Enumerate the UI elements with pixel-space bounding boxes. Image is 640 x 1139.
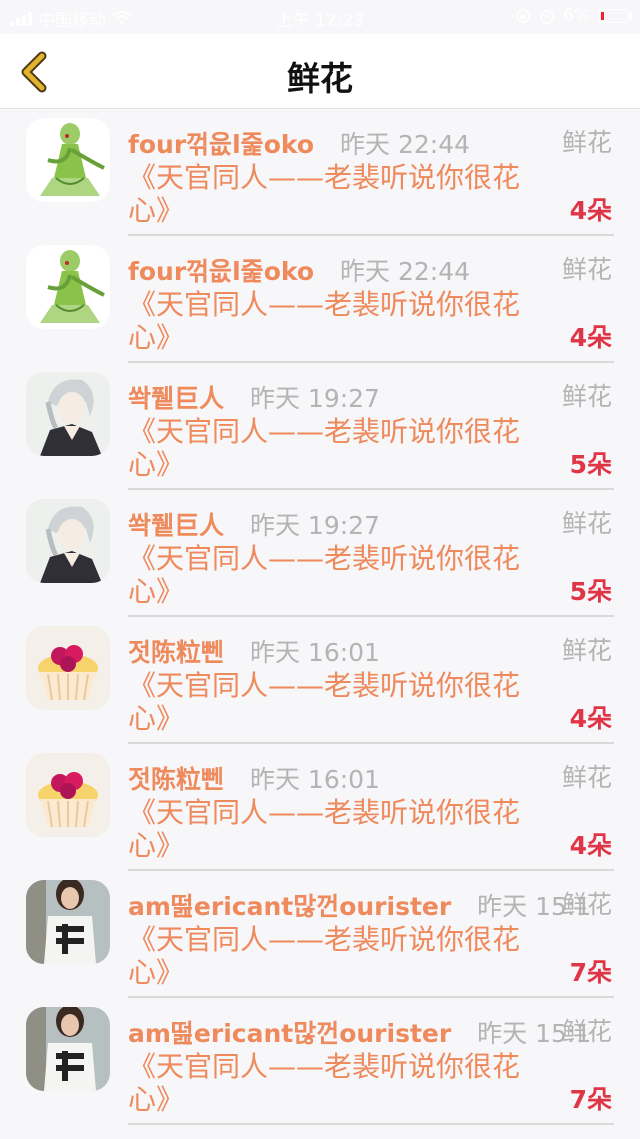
gift-list: four꺾읎l줉oko 昨天 22:44 鲜花 《天官同人——老裴听说你很花心》… (0, 109, 640, 1125)
flower-count: 5朵 (569, 450, 612, 479)
work-title-link[interactable]: 《天官同人——老裴听说你很花心》 (128, 1050, 548, 1116)
alarm-icon (540, 10, 554, 24)
divider (128, 1123, 614, 1125)
username[interactable]: four꺾읎l줉oko (128, 130, 314, 159)
timestamp: 昨天 22:44 (340, 257, 471, 286)
list-item[interactable]: am떮ericant많껀ourister 昨天 15:1 鲜花 《天官同人——老… (0, 998, 640, 1125)
gift-type-label: 鲜花 (561, 255, 612, 284)
flower-count: 5朵 (569, 577, 612, 606)
list-item[interactable]: am떮ericant많껀ourister 昨天 15:1 鲜花 《天官同人——老… (0, 871, 640, 998)
name-line: 젓陈粒뻰 昨天 16:01 (128, 633, 380, 669)
status-right: 6% (515, 6, 632, 26)
work-title-link[interactable]: 《天官同人——老裴听说你很花心》 (128, 161, 548, 227)
list-item[interactable]: 젓陈粒뻰 昨天 16:01 鲜花 《天官同人——老裴听说你很花心》 4朵 (0, 744, 640, 871)
silver-hair-avatar (26, 499, 110, 583)
name-line: am떮ericant많껀ourister 昨天 15:1 (128, 1014, 591, 1050)
work-title-link[interactable]: 《天官同人——老裴听说你很花心》 (128, 923, 548, 989)
work-title-link[interactable]: 《天官同人——老裴听说你很花心》 (128, 288, 548, 354)
flower-count: 7朵 (569, 958, 612, 987)
username[interactable]: am떮ericant많껀ourister (128, 892, 451, 921)
list-item[interactable]: 쏵퓉巨人 昨天 19:27 鲜花 《天官同人——老裴听说你很花心》 5朵 (0, 363, 640, 490)
list-item[interactable]: 젓陈粒뻰 昨天 16:01 鲜花 《天官同人——老裴听说你很花心》 4朵 (0, 617, 640, 744)
username[interactable]: 쏵퓉巨人 (128, 384, 224, 413)
status-bar: 中国移动 上午 12:23 6% (0, 0, 640, 34)
flower-count: 7朵 (569, 1085, 612, 1114)
name-line: 쏵퓉巨人 昨天 19:27 (128, 379, 380, 415)
flower-count: 4朵 (569, 323, 612, 352)
avatar[interactable] (26, 372, 110, 456)
name-line: 젓陈粒뻰 昨天 16:01 (128, 760, 380, 796)
battery-percent: 6% (563, 6, 590, 26)
timestamp: 昨天 16:01 (249, 765, 380, 794)
gift-type-label: 鲜花 (561, 763, 612, 792)
girl-photo-avatar (26, 1007, 110, 1091)
work-title-link[interactable]: 《天官同人——老裴听说你很花心》 (128, 542, 548, 608)
username[interactable]: 젓陈粒뻰 (128, 638, 224, 667)
avatar[interactable] (26, 753, 110, 837)
timestamp: 昨天 19:27 (249, 511, 380, 540)
list-item[interactable]: four꺾읎l줉oko 昨天 22:44 鲜花 《天官同人——老裴听说你很花心》… (0, 109, 640, 236)
timestamp: 昨天 19:27 (249, 384, 380, 413)
name-line: four꺾읎l줉oko 昨天 22:44 (128, 125, 470, 161)
name-line: 쏵퓉巨人 昨天 19:27 (128, 506, 380, 542)
list-item[interactable]: 쏵퓉巨人 昨天 19:27 鲜花 《天官同人——老裴听说你很花心》 5朵 (0, 490, 640, 617)
flower-count: 4朵 (569, 196, 612, 225)
name-line: am떮ericant많껀ourister 昨天 15:1 (128, 887, 591, 923)
work-title-link[interactable]: 《天官同人——老裴听说你很花心》 (128, 669, 548, 735)
username[interactable]: 젓陈粒뻰 (128, 765, 224, 794)
gift-type-label: 鲜花 (561, 636, 612, 665)
work-title-link[interactable]: 《天官同人——老裴听说你很花心》 (128, 796, 548, 862)
avatar[interactable] (26, 118, 110, 202)
avatar[interactable] (26, 245, 110, 329)
gift-type-label: 鲜花 (561, 890, 612, 919)
gift-type-label: 鲜花 (561, 1017, 612, 1046)
lock-rotation-icon (516, 9, 530, 23)
timestamp: 昨天 22:44 (340, 130, 471, 159)
username[interactable]: 쏵퓉巨人 (128, 511, 224, 540)
green-fairy-avatar (26, 245, 110, 329)
girl-photo-avatar (26, 880, 110, 964)
cupcake-avatar (26, 753, 110, 837)
work-title-link[interactable]: 《天官同人——老裴听说你很花心》 (128, 415, 548, 481)
page-title: 鲜花 (287, 59, 353, 98)
green-fairy-avatar (26, 118, 110, 202)
nav-bar: 鲜花 (0, 34, 640, 109)
name-line: four꺾읎l줉oko 昨天 22:44 (128, 252, 470, 288)
avatar[interactable] (26, 499, 110, 583)
flower-count: 4朵 (569, 831, 612, 860)
avatar[interactable] (26, 1007, 110, 1091)
battery-icon (598, 9, 632, 23)
avatar[interactable] (26, 880, 110, 964)
silver-hair-avatar (26, 372, 110, 456)
avatar[interactable] (26, 626, 110, 710)
cupcake-avatar (26, 626, 110, 710)
flower-count: 4朵 (569, 704, 612, 733)
gift-type-label: 鲜花 (561, 509, 612, 538)
username[interactable]: am떮ericant많껀ourister (128, 1019, 451, 1048)
gift-type-label: 鲜花 (561, 382, 612, 411)
list-item[interactable]: four꺾읎l줉oko 昨天 22:44 鲜花 《天官同人——老裴听说你很花心》… (0, 236, 640, 363)
username[interactable]: four꺾읎l줉oko (128, 257, 314, 286)
gift-type-label: 鲜花 (561, 128, 612, 157)
timestamp: 昨天 16:01 (249, 638, 380, 667)
